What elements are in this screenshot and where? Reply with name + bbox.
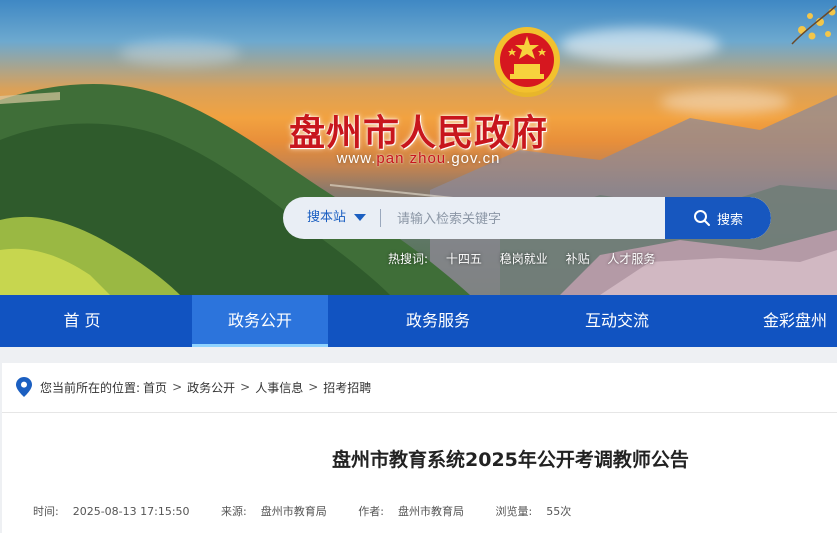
site-url: www.pan zhou.gov.cn	[0, 150, 837, 167]
breadcrumb-prefix: 您当前所在的位置:	[40, 380, 141, 395]
divider	[380, 209, 381, 227]
caret-down-icon	[354, 214, 367, 221]
search-bar: 搜本站 搜索	[283, 197, 771, 239]
breadcrumb-separator: >	[308, 380, 319, 394]
location-pin-icon	[16, 377, 32, 397]
article-meta: 时间: 2025-08-13 17:15:50 来源: 盘州市教育局 作者: 盘州市教…	[33, 503, 599, 519]
nav-item-jincai-panzhou[interactable]: 金彩盘州	[727, 295, 837, 347]
hot-term[interactable]: 补贴	[566, 252, 590, 266]
nav-item-government-affairs[interactable]: 政务公开	[192, 295, 328, 347]
search-input[interactable]	[395, 197, 659, 239]
breadcrumb-recruitment[interactable]: 招考招聘	[323, 379, 371, 396]
breadcrumb-separator: >	[240, 380, 251, 394]
meta-views: 浏览量: 55次	[495, 505, 572, 518]
search-button[interactable]: 搜索	[665, 197, 771, 239]
search-scope-dropdown[interactable]: 搜本站	[307, 197, 367, 239]
search-icon	[693, 210, 710, 226]
breadcrumb-home[interactable]: 首页	[143, 379, 167, 396]
meta-source: 来源: 盘州市教育局	[221, 505, 327, 518]
search-button-label: 搜索	[716, 212, 743, 228]
meta-time: 时间: 2025-08-13 17:15:50	[33, 505, 190, 518]
hot-term[interactable]: 稳岗就业	[500, 252, 548, 266]
hot-term[interactable]: 人才服务	[607, 252, 655, 266]
breadcrumb-government-affairs[interactable]: 政务公开	[187, 379, 235, 396]
osmanthus-decoration-icon	[791, 5, 837, 45]
url-mid: pan zhou	[376, 150, 447, 167]
url-prefix: www.	[336, 150, 377, 167]
divider	[2, 412, 837, 413]
national-emblem-icon	[494, 27, 560, 97]
main-nav: 首 页 政务公开 政务服务 互动交流 金彩盘州	[0, 295, 837, 347]
meta-author: 作者: 盘州市教育局	[358, 505, 464, 518]
hot-search-terms: 热搜词: 十四五 稳岗就业 补贴 人才服务	[388, 250, 669, 267]
breadcrumb: 您当前所在的位置: 首页 > 政务公开 > 人事信息 > 招考招聘	[16, 375, 371, 399]
site-title: 盘州市人民政府	[288, 112, 548, 154]
breadcrumb-personnel-info[interactable]: 人事信息	[255, 379, 303, 396]
breadcrumb-separator: >	[172, 380, 183, 394]
header-banner: 盘州市人民政府 www.pan zhou.gov.cn 搜本站 搜索 热搜词: …	[0, 0, 837, 295]
search-scope-label: 搜本站	[307, 210, 347, 225]
nav-item-government-services[interactable]: 政务服务	[370, 295, 506, 347]
hot-term[interactable]: 十四五	[446, 252, 482, 266]
article-card: 您当前所在的位置: 首页 > 政务公开 > 人事信息 > 招考招聘 盘州市教育系…	[2, 363, 837, 533]
url-suffix: .gov.cn	[446, 150, 501, 167]
nav-item-interaction[interactable]: 互动交流	[549, 295, 685, 347]
hot-search-label: 热搜词:	[388, 252, 429, 266]
nav-item-home[interactable]: 首 页	[12, 295, 152, 347]
article-title: 盘州市教育系统2025年公开考调教师公告	[332, 449, 689, 471]
